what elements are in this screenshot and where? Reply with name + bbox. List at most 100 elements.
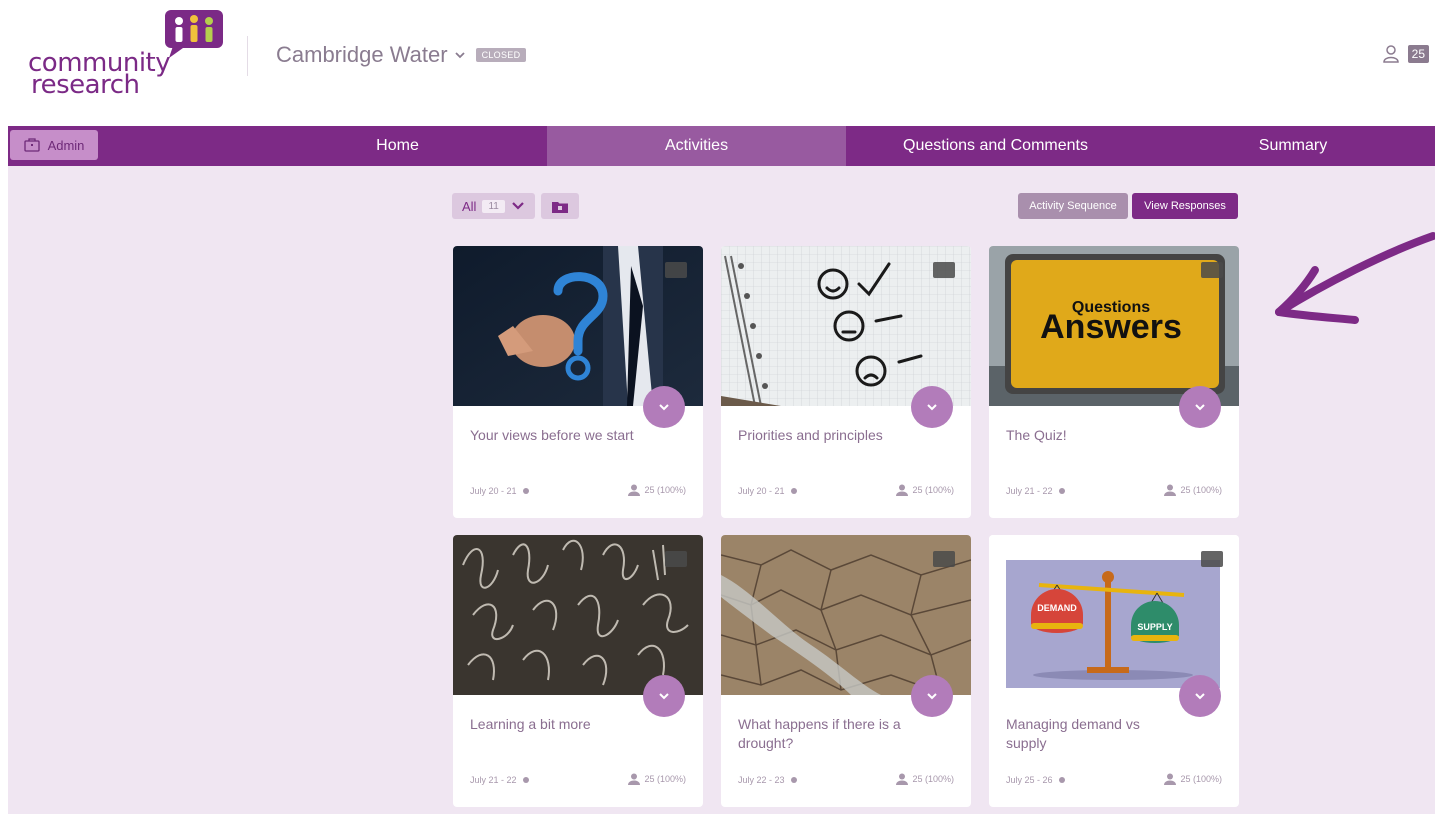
user-icon xyxy=(1382,45,1399,63)
activity-card[interactable]: Priorities and principles July 20 - 21 2… xyxy=(721,246,971,518)
activity-image-question-mark xyxy=(453,246,703,406)
activity-responses: 25 (100%) xyxy=(628,484,686,496)
app-header: community research Cambridge Water CLOSE… xyxy=(0,0,1435,125)
status-dot xyxy=(522,488,529,494)
chevron-down-icon xyxy=(1195,404,1205,411)
chevron-down-icon xyxy=(927,693,937,700)
folder-filter-button[interactable] xyxy=(540,193,579,219)
image-badge-icon xyxy=(1201,262,1223,278)
briefcase-icon xyxy=(23,138,40,152)
activity-image-scale: DEMAND SUPPLY xyxy=(989,535,1239,695)
activity-responses: 25 (100%) xyxy=(896,484,954,496)
scale-label-demand: DEMAND xyxy=(1037,603,1077,613)
activity-card[interactable]: Your views before we start July 20 - 21 … xyxy=(453,246,703,518)
sign-text-answers: Answers xyxy=(1040,308,1182,346)
tab-activities[interactable]: Activities xyxy=(547,126,846,166)
tab-questions-label: Questions and Comments xyxy=(903,137,1088,154)
date-text: July 20 - 21 xyxy=(470,486,517,496)
responses-text: 25 (100%) xyxy=(1180,774,1222,784)
chevron-down-icon xyxy=(927,404,937,411)
activity-responses: 25 (100%) xyxy=(1164,484,1222,496)
activity-sequence-button[interactable]: Activity Sequence xyxy=(1018,193,1128,219)
chevron-down-icon xyxy=(1195,693,1205,700)
tab-summary[interactable]: Summary xyxy=(1145,126,1435,166)
user-icon xyxy=(896,484,909,496)
participants-indicator[interactable]: 25 xyxy=(1382,44,1429,64)
user-icon xyxy=(628,484,641,496)
chevron-down-icon xyxy=(659,404,669,411)
status-dot xyxy=(790,488,797,494)
activity-filter-bar: All 11 xyxy=(452,193,579,219)
user-icon xyxy=(628,773,641,785)
image-badge-icon xyxy=(665,262,687,278)
user-icon xyxy=(1164,773,1177,785)
activity-image-chalkboard xyxy=(453,535,703,695)
activity-date: July 20 - 21 xyxy=(738,486,797,496)
activity-title: Priorities and principles xyxy=(738,427,883,443)
chevron-down-icon xyxy=(512,202,524,210)
activity-date: July 20 - 21 xyxy=(470,486,529,496)
responses-text: 25 (100%) xyxy=(644,774,686,784)
expand-button[interactable] xyxy=(1179,386,1221,428)
image-badge-icon xyxy=(933,262,955,278)
activity-card[interactable]: What happens if there is a drought? July… xyxy=(721,535,971,807)
tab-summary-label: Summary xyxy=(1258,137,1328,154)
activity-title: What happens if there is a drought? xyxy=(738,716,901,751)
status-dot xyxy=(790,777,797,783)
date-text: July 21 - 22 xyxy=(1006,486,1053,496)
filter-label: All xyxy=(462,198,477,214)
responses-text: 25 (100%) xyxy=(912,485,954,495)
header-divider xyxy=(247,36,248,76)
admin-label: Admin xyxy=(47,137,85,153)
activity-date: July 21 - 22 xyxy=(470,775,529,785)
activity-title: Your views before we start xyxy=(470,427,634,443)
main-nav: Admin Home Activities Questions and Comm… xyxy=(8,126,1435,166)
participant-count-badge: 25 xyxy=(1407,45,1429,63)
activity-card[interactable]: Questions Answers The Quiz! July 21 - 22… xyxy=(989,246,1239,518)
annotation-arrow-icon xyxy=(1275,232,1435,324)
admin-button[interactable]: Admin xyxy=(10,130,98,160)
activity-image-cracked-earth xyxy=(721,535,971,695)
filter-count-badge: 11 xyxy=(482,199,505,213)
logo-wordmark: community research xyxy=(28,50,171,98)
chevron-down-icon xyxy=(659,693,669,700)
activity-date: July 22 - 23 xyxy=(738,775,797,785)
status-dot xyxy=(1058,488,1065,494)
responses-text: 25 (100%) xyxy=(644,485,686,495)
activity-responses: 25 (100%) xyxy=(628,773,686,785)
expand-button[interactable] xyxy=(911,386,953,428)
activity-image-checklist xyxy=(721,246,971,406)
view-responses-button[interactable]: View Responses xyxy=(1132,193,1238,219)
date-text: July 20 - 21 xyxy=(738,486,785,496)
chevron-down-icon xyxy=(454,52,465,59)
expand-button[interactable] xyxy=(643,386,685,428)
project-name: Cambridge Water xyxy=(276,42,448,67)
expand-button[interactable] xyxy=(643,675,685,717)
project-selector[interactable]: Cambridge Water CLOSED xyxy=(276,42,527,68)
activity-card[interactable]: Learning a bit more July 21 - 22 25 (100… xyxy=(453,535,703,807)
project-status-badge: CLOSED xyxy=(475,48,527,62)
community-research-logo[interactable]: community research xyxy=(28,10,228,105)
image-badge-icon xyxy=(1201,551,1223,567)
activity-responses: 25 (100%) xyxy=(1164,773,1222,785)
tab-activities-label: Activities xyxy=(664,137,729,154)
activity-responses: 25 (100%) xyxy=(896,773,954,785)
date-text: July 21 - 22 xyxy=(470,775,517,785)
image-badge-icon xyxy=(933,551,955,567)
folder-icon xyxy=(551,201,568,213)
expand-button[interactable] xyxy=(911,675,953,717)
activity-date: July 21 - 22 xyxy=(1006,486,1065,496)
image-badge-icon xyxy=(665,551,687,567)
activity-card[interactable]: DEMAND SUPPLY Managing demand vs supply … xyxy=(989,535,1239,807)
filter-dropdown[interactable]: All 11 xyxy=(452,193,535,219)
responses-text: 25 (100%) xyxy=(912,774,954,784)
activity-title: Managing demand vs supply xyxy=(1006,716,1140,751)
tab-home[interactable]: Home xyxy=(248,126,547,166)
tab-questions-and-comments[interactable]: Questions and Comments xyxy=(846,126,1145,166)
activity-date: July 25 - 26 xyxy=(1006,775,1065,785)
user-icon xyxy=(896,773,909,785)
date-text: July 22 - 23 xyxy=(738,775,785,785)
status-dot xyxy=(522,777,529,783)
status-dot xyxy=(1058,777,1065,783)
expand-button[interactable] xyxy=(1179,675,1221,717)
